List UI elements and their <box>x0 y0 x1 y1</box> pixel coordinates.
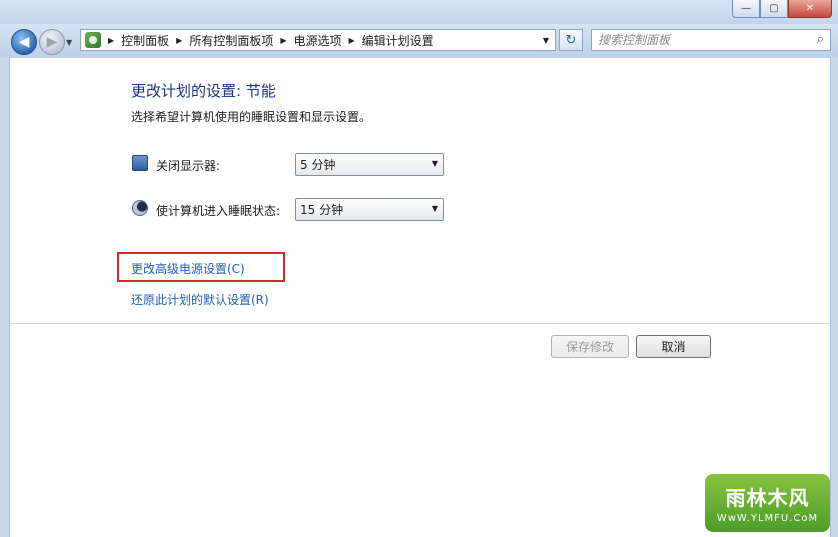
chevron-down-icon: ▼ <box>431 204 438 213</box>
window-controls: — ▢ ✕ <box>732 0 832 18</box>
breadcrumb-edit-plan[interactable]: 编辑计划设置 <box>360 32 436 49</box>
forward-button[interactable]: ▶ <box>39 29 65 55</box>
restore-defaults-link[interactable]: 还原此计划的默认设置(R) <box>131 291 269 308</box>
chevron-down-icon: ▼ <box>431 159 438 168</box>
cancel-button[interactable]: 取消 <box>636 335 711 358</box>
sleep-value: 15 分钟 <box>300 203 344 217</box>
watermark-title: 雨林木风 <box>725 486 810 510</box>
search-box[interactable]: ⌕ <box>591 29 831 51</box>
breadcrumb-separator-icon[interactable]: ▶ <box>171 36 187 45</box>
search-icon[interactable]: ⌕ <box>817 32 824 47</box>
watermark-logo: 雨林木风 WwW.YLMFU.CoM <box>705 474 830 532</box>
close-button[interactable]: ✕ <box>788 0 832 18</box>
address-bar[interactable]: ▶ 控制面板 ▶ 所有控制面板项 ▶ 电源选项 ▶ 编辑计划设置 ▼ <box>80 29 556 51</box>
search-input[interactable] <box>598 32 798 48</box>
save-button[interactable]: 保存修改 <box>551 335 629 358</box>
watermark-url: WwW.YLMFU.CoM <box>716 513 819 524</box>
breadcrumb-all-items[interactable]: 所有控制面板项 <box>187 32 275 49</box>
refresh-button[interactable]: ↻ <box>559 29 583 51</box>
moon-icon <box>132 200 148 216</box>
back-button[interactable]: ◀ <box>11 29 37 55</box>
advanced-power-settings-link[interactable]: 更改高级电源设置(C) <box>131 260 245 277</box>
main-panel: 更改计划的设置: 节能 选择希望计算机使用的睡眠设置和显示设置。 关闭显示器: … <box>9 58 831 537</box>
sleep-select[interactable]: 15 分钟 ▼ <box>295 198 444 221</box>
breadcrumb-power-options[interactable]: 电源选项 <box>292 32 344 49</box>
divider <box>10 323 830 324</box>
title-bar: — ▢ ✕ <box>0 0 838 24</box>
control-panel-icon <box>85 32 101 48</box>
navigation-bar: ◀ ▶ ▼ ▶ 控制面板 ▶ 所有控制面板项 ▶ 电源选项 ▶ 编辑计划设置 ▼… <box>0 24 838 58</box>
page-title: 更改计划的设置: 节能 <box>131 82 276 100</box>
turn-off-display-value: 5 分钟 <box>300 158 336 172</box>
recent-pages-dropdown[interactable]: ▼ <box>66 38 72 47</box>
minimize-button[interactable]: — <box>732 0 760 18</box>
maximize-button[interactable]: ▢ <box>760 0 788 18</box>
turn-off-display-select[interactable]: 5 分钟 ▼ <box>295 153 444 176</box>
address-dropdown-icon[interactable]: ▼ <box>543 36 549 45</box>
sleep-label: 使计算机进入睡眠状态: <box>156 204 281 218</box>
breadcrumb-control-panel[interactable]: 控制面板 <box>119 32 171 49</box>
monitor-clock-icon <box>132 155 148 171</box>
breadcrumb-separator-icon[interactable]: ▶ <box>275 36 291 45</box>
breadcrumb-separator-icon[interactable]: ▶ <box>344 36 360 45</box>
turn-off-display-label: 关闭显示器: <box>156 159 221 173</box>
breadcrumb-separator-icon[interactable]: ▶ <box>103 36 119 45</box>
page-description: 选择希望计算机使用的睡眠设置和显示设置。 <box>131 110 372 124</box>
